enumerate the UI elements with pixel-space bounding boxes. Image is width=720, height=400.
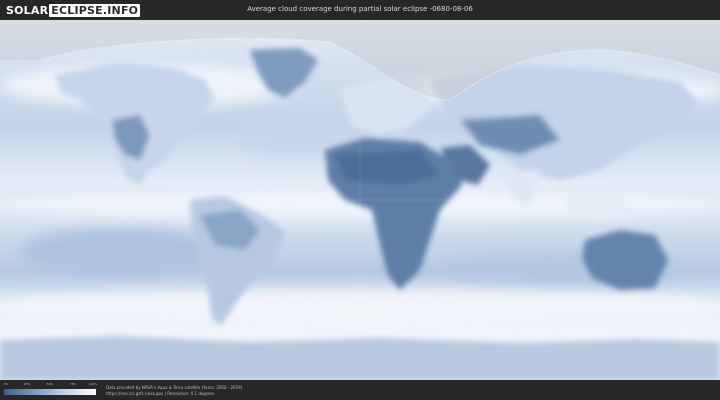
legend-tick: 75% <box>69 382 77 386</box>
legend-tick: 25% <box>23 382 31 386</box>
legend-tick: 0% <box>3 382 9 386</box>
legend-ticks: 0% 25% 50% 75% 100% <box>3 382 98 388</box>
legend-tick: 50% <box>46 382 54 386</box>
cloud-coverage-map <box>0 20 720 380</box>
credit-line-url[interactable]: https://neo.sci.gsfc.nasa.gov | Resoluti… <box>106 391 242 397</box>
legend-color-bar <box>4 389 96 395</box>
data-credit: Data provided by NASA's Aqua & Terra sat… <box>106 385 242 397</box>
page-title: Average cloud coverage during partial so… <box>247 5 473 13</box>
cloud-coverage-legend: 0% 25% 50% 75% 100% <box>3 382 98 398</box>
legend-tick: 100% <box>88 382 98 386</box>
map-svg <box>0 20 720 380</box>
